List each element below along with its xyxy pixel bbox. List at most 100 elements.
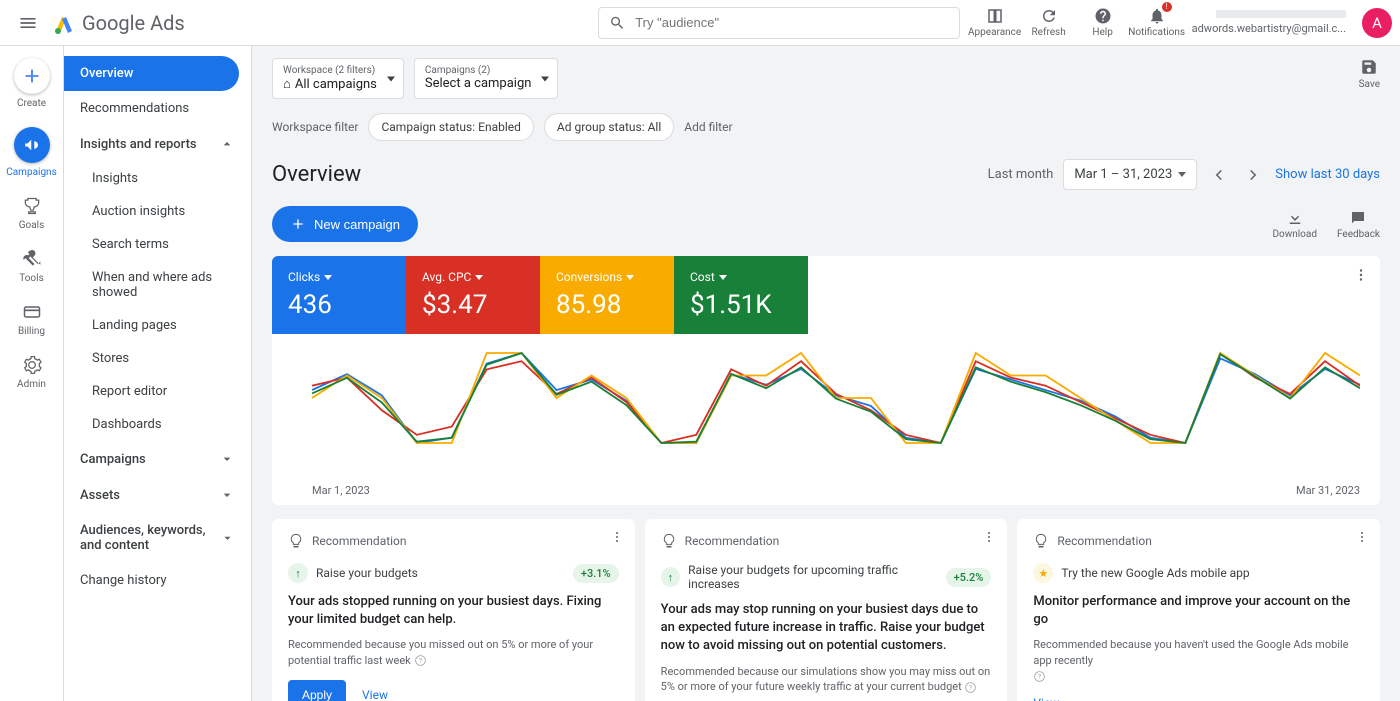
card-more-icon[interactable] <box>1354 529 1370 549</box>
new-campaign-button[interactable]: New campaign <box>272 206 418 242</box>
sidebar-sub-dashboards[interactable]: Dashboards <box>64 408 251 441</box>
rail-create[interactable]: Create <box>0 58 63 109</box>
page-title: Overview <box>272 162 361 187</box>
filter-chip-adgroup-status[interactable]: Ad group status: All <box>544 113 674 141</box>
chevron-down-icon <box>220 530 235 546</box>
chevron-up-icon <box>219 136 235 152</box>
chevron-down-icon <box>219 451 235 467</box>
sidebar-item-audiences[interactable]: Audiences, keywords, and content <box>64 513 251 563</box>
metric-conversions[interactable]: Conversions 85.98 <box>540 256 674 334</box>
workspace-selector[interactable]: Workspace (2 filters) ⌂All campaigns <box>272 58 404 99</box>
search-icon <box>609 14 626 32</box>
sidebar-item-change-history[interactable]: Change history <box>64 563 251 598</box>
add-filter-button[interactable]: Add filter <box>684 120 732 134</box>
gear-icon <box>22 355 42 375</box>
scorecard: Clicks 436 Avg. CPC $3.47 Conversions 85… <box>272 256 1380 505</box>
chart-end-date: Mar 31, 2023 <box>1296 484 1360 497</box>
lightbulb-icon <box>288 533 304 549</box>
date-next-button[interactable] <box>1241 163 1265 187</box>
last-month-label: Last month <box>988 167 1054 182</box>
lightbulb-icon <box>1033 533 1049 549</box>
rec-desc: Recommended because you missed out on 5%… <box>288 637 619 668</box>
tools-icon <box>22 249 42 269</box>
create-fab[interactable] <box>14 58 50 94</box>
account-info[interactable]: adwords.webartistry@gmail.c... <box>1192 10 1346 35</box>
view-link[interactable]: View <box>1033 696 1059 701</box>
recommendation-card-1: Recommendation ↑Raise your budgets +3.1%… <box>272 519 635 701</box>
sidebar-sub-stores[interactable]: Stores <box>64 342 251 375</box>
metric-clicks[interactable]: Clicks 436 <box>272 256 406 334</box>
logo: Google Ads <box>52 11 185 35</box>
avatar[interactable]: A <box>1362 8 1392 38</box>
trophy-icon <box>22 196 42 216</box>
app-icon: ★ <box>1033 563 1053 583</box>
recommendation-card-2: Recommendation ↑Raise your budgets for u… <box>645 519 1008 701</box>
chevron-down-icon <box>1178 172 1186 177</box>
sidebar-item-recommendations[interactable]: Recommendations <box>64 91 251 126</box>
chart-start-date: Mar 1, 2023 <box>312 484 370 497</box>
main-content: Save Workspace (2 filters) ⌂All campaign… <box>252 46 1400 701</box>
plus-icon <box>290 216 306 232</box>
performance-chart <box>272 334 1380 484</box>
rec-title: Monitor performance and improve your acc… <box>1033 593 1364 629</box>
view-link[interactable]: View <box>362 688 388 701</box>
sidebar-sub-search-terms[interactable]: Search terms <box>64 228 251 261</box>
date-prev-button[interactable] <box>1207 163 1231 187</box>
refresh-button[interactable]: Refresh <box>1022 0 1076 46</box>
card-more-icon[interactable] <box>981 529 997 549</box>
rail-campaigns[interactable]: Campaigns <box>0 127 63 178</box>
help-icon[interactable]: ? <box>964 681 977 694</box>
sidebar-item-insights-reports[interactable]: Insights and reports <box>64 126 251 162</box>
date-range-picker[interactable]: Mar 1 – 31, 2023 <box>1063 159 1197 190</box>
chevron-down-icon <box>387 76 395 81</box>
help-button[interactable]: Help <box>1076 0 1130 46</box>
campaign-selector[interactable]: Campaigns (2) Select a campaign <box>414 58 559 99</box>
feedback-button[interactable]: Feedback <box>1337 209 1380 240</box>
sidebar-sub-auction[interactable]: Auction insights <box>64 195 251 228</box>
sidebar: Overview Recommendations Insights and re… <box>64 46 252 701</box>
nav-rail: Create Campaigns Goals Tools Billing Adm… <box>0 46 64 701</box>
search-box[interactable] <box>598 7 960 39</box>
sidebar-sub-when-where[interactable]: When and where ads showed <box>64 261 251 309</box>
menu-icon[interactable] <box>8 3 48 43</box>
campaigns-fab[interactable] <box>14 127 50 163</box>
show-last-30-link[interactable]: Show last 30 days <box>1275 167 1380 182</box>
sidebar-item-overview[interactable]: Overview <box>64 56 239 91</box>
card-more-icon[interactable] <box>609 529 625 549</box>
recommendation-card-3: Recommendation ★Try the new Google Ads m… <box>1017 519 1380 701</box>
help-icon[interactable]: ? <box>414 654 427 667</box>
rail-tools[interactable]: Tools <box>0 249 63 284</box>
sidebar-sub-report-editor[interactable]: Report editor <box>64 375 251 408</box>
sidebar-item-campaigns[interactable]: Campaigns <box>64 441 251 477</box>
search-input[interactable] <box>635 15 948 30</box>
rail-admin[interactable]: Admin <box>0 355 63 390</box>
sidebar-item-assets[interactable]: Assets <box>64 477 251 513</box>
apply-button[interactable]: Apply <box>288 680 346 701</box>
sidebar-sub-landing[interactable]: Landing pages <box>64 309 251 342</box>
metric-avg-cpc[interactable]: Avg. CPC $3.47 <box>406 256 540 334</box>
header-bar: Google Ads Appearance Refresh Help ! Not… <box>0 0 1400 46</box>
rail-billing[interactable]: Billing <box>0 302 63 337</box>
budget-up-icon: ↑ <box>661 567 680 587</box>
refresh-icon <box>1040 7 1058 25</box>
lightbulb-icon <box>661 533 677 549</box>
notifications-button[interactable]: ! Notifications <box>1130 0 1184 46</box>
svg-text:?: ? <box>1038 672 1041 680</box>
svg-text:?: ? <box>969 683 972 691</box>
appearance-button[interactable]: Appearance <box>968 0 1022 46</box>
pct-badge: +5.2% <box>946 568 992 587</box>
save-button[interactable]: Save <box>1359 58 1380 90</box>
rec-title: Your ads stopped running on your busiest… <box>288 593 619 629</box>
help-icon[interactable]: ? <box>1033 670 1046 683</box>
download-icon <box>1286 209 1304 227</box>
rail-goals[interactable]: Goals <box>0 196 63 231</box>
rec-desc: Recommended because you haven't used the… <box>1033 637 1364 683</box>
chevron-down-icon <box>219 487 235 503</box>
metric-cost[interactable]: Cost $1.51K <box>674 256 808 334</box>
sidebar-sub-insights[interactable]: Insights <box>64 162 251 195</box>
download-button[interactable]: Download <box>1272 209 1317 240</box>
filter-chip-campaign-status[interactable]: Campaign status: Enabled <box>368 113 533 141</box>
feedback-icon <box>1349 209 1367 227</box>
filter-label: Workspace filter <box>272 120 358 134</box>
card-more-icon[interactable] <box>1352 266 1370 288</box>
